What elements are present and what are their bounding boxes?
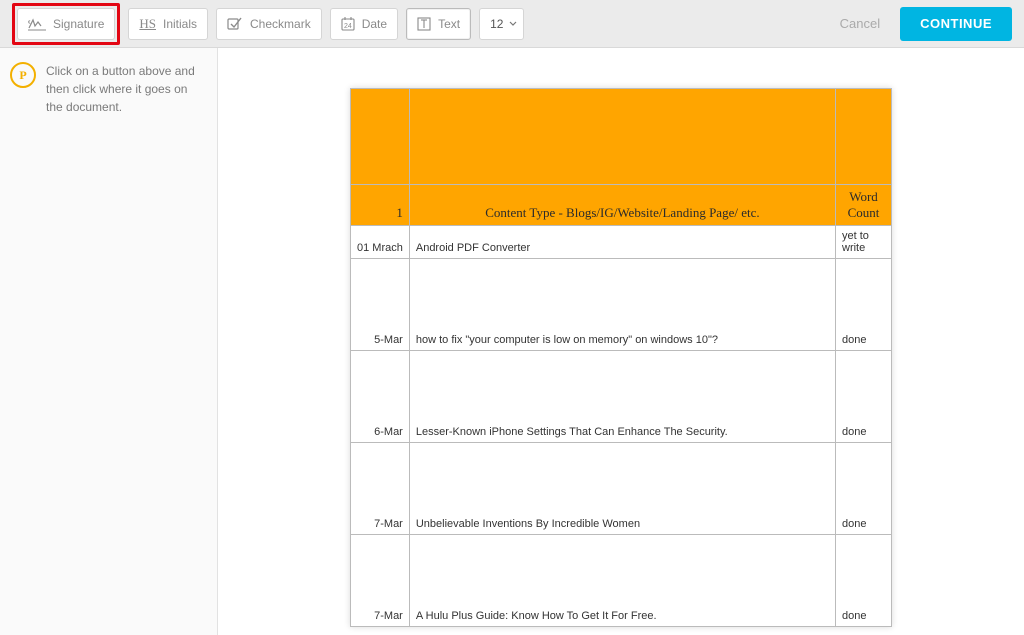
- instruction-text: Click on a button above and then click w…: [46, 62, 207, 621]
- header-spacer-1: [351, 89, 410, 185]
- document-table: 1 Content Type - Blogs/IG/Website/Landin…: [350, 88, 892, 627]
- signature-button[interactable]: x Signature: [17, 8, 115, 40]
- col-header-3: Word Count: [836, 185, 892, 226]
- table-row: 7-MarA Hulu Plus Guide: Know How To Get …: [351, 535, 892, 627]
- date-label: Date: [362, 17, 387, 31]
- signature-highlight: x Signature: [12, 3, 120, 45]
- checkmark-button[interactable]: Checkmark: [216, 8, 322, 40]
- text-icon: [417, 17, 431, 31]
- toolbar: x Signature HS Initials Checkmark 24 Dat…: [0, 0, 1024, 48]
- header-spacer-3: [836, 89, 892, 185]
- continue-button[interactable]: CONTINUE: [900, 7, 1012, 41]
- signature-icon: x: [28, 17, 46, 31]
- hint-icon: P: [10, 62, 36, 88]
- table-row: 7-MarUnbelievable Inventions By Incredib…: [351, 443, 892, 535]
- checkmark-icon: [227, 17, 243, 31]
- header-spacer-2: [409, 89, 835, 185]
- date-cell: 01 Mrach: [351, 226, 410, 259]
- date-button[interactable]: 24 Date: [330, 8, 398, 40]
- col-header-1: 1: [351, 185, 410, 226]
- document-area[interactable]: 1 Content Type - Blogs/IG/Website/Landin…: [218, 48, 1024, 635]
- content-cell: Unbelievable Inventions By Incredible Wo…: [409, 443, 835, 535]
- status-cell: yet to write: [836, 226, 892, 259]
- content-cell: A Hulu Plus Guide: Know How To Get It Fo…: [409, 535, 835, 627]
- svg-text:24: 24: [344, 23, 352, 30]
- date-cell: 7-Mar: [351, 535, 410, 627]
- status-cell: done: [836, 351, 892, 443]
- content-cell: Android PDF Converter: [409, 226, 835, 259]
- body: P Click on a button above and then click…: [0, 48, 1024, 635]
- text-button[interactable]: Text: [406, 8, 471, 40]
- content-cell: Lesser-Known iPhone Settings That Can En…: [409, 351, 835, 443]
- initials-button[interactable]: HS Initials: [128, 8, 208, 40]
- initials-icon: HS: [139, 16, 156, 32]
- document-page[interactable]: 1 Content Type - Blogs/IG/Website/Landin…: [350, 88, 892, 627]
- table-row: 01 MrachAndroid PDF Converteryet to writ…: [351, 226, 892, 259]
- font-size-value: 12: [490, 17, 503, 31]
- date-cell: 5-Mar: [351, 259, 410, 351]
- status-cell: done: [836, 443, 892, 535]
- status-cell: done: [836, 535, 892, 627]
- text-label: Text: [438, 17, 460, 31]
- status-cell: done: [836, 259, 892, 351]
- content-cell: how to fix "your computer is low on memo…: [409, 259, 835, 351]
- initials-label: Initials: [163, 17, 197, 31]
- table-row: 5-Marhow to fix "your computer is low on…: [351, 259, 892, 351]
- col-header-2: Content Type - Blogs/IG/Website/Landing …: [409, 185, 835, 226]
- cancel-button[interactable]: Cancel: [828, 16, 892, 31]
- font-size-select[interactable]: 12: [479, 8, 524, 40]
- sidebar: P Click on a button above and then click…: [0, 48, 218, 635]
- date-cell: 7-Mar: [351, 443, 410, 535]
- table-row: 6-MarLesser-Known iPhone Settings That C…: [351, 351, 892, 443]
- date-cell: 6-Mar: [351, 351, 410, 443]
- date-icon: 24: [341, 17, 355, 31]
- chevron-down-icon: [509, 21, 517, 27]
- checkmark-label: Checkmark: [250, 17, 311, 31]
- signature-label: Signature: [53, 17, 104, 31]
